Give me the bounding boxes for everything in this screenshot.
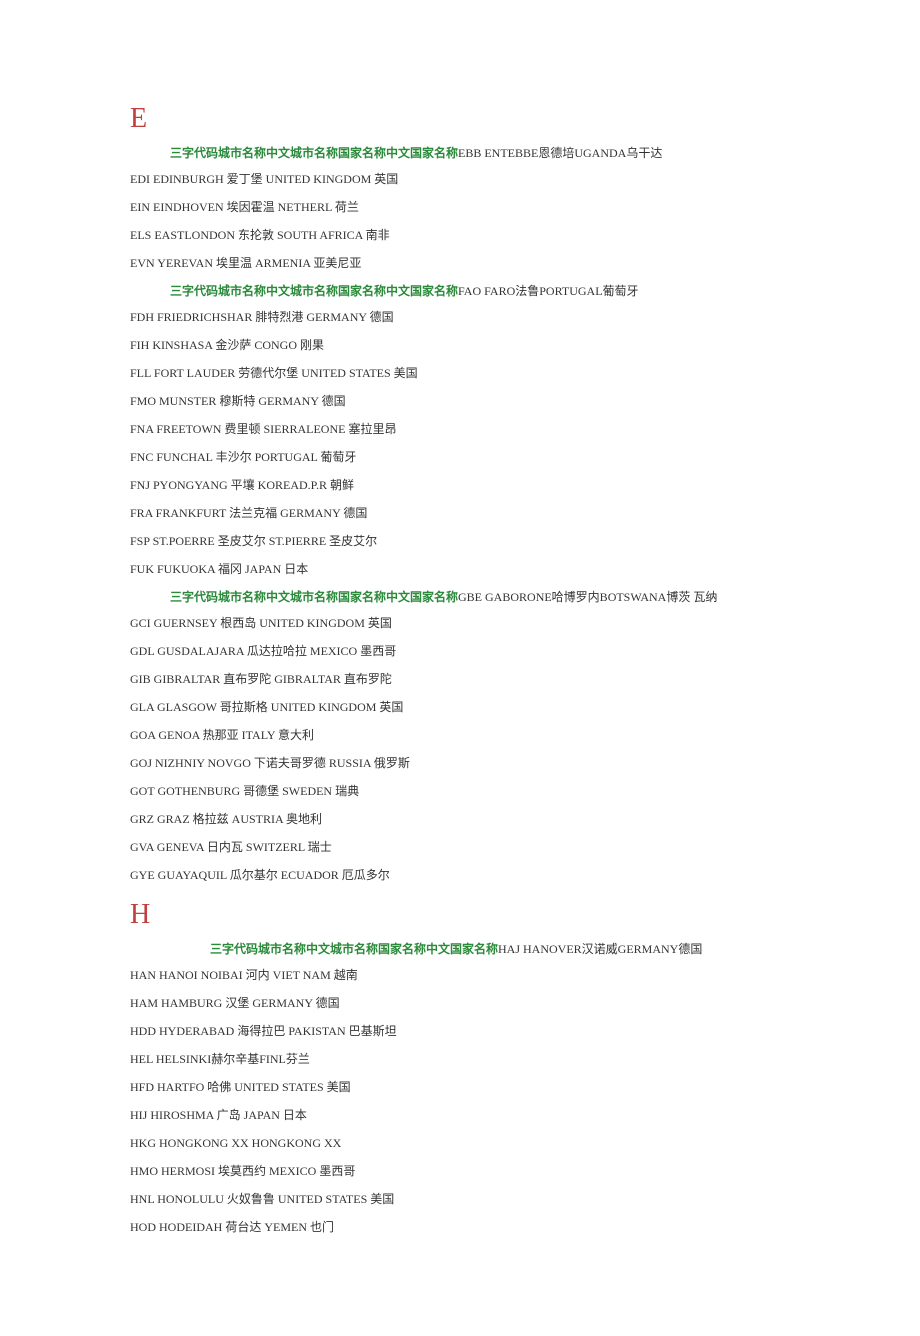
header-green-text: 三字代码城市名称中文城市名称国家名称中文国家名称 [170, 590, 458, 604]
section-header: 三字代码城市名称中文城市名称国家名称中文国家名称FAO FARO法鲁PORTUG… [170, 282, 790, 300]
entry-row: HKG HONGKONG XX HONGKONG XX [130, 1134, 790, 1152]
entry-row: HAM HAMBURG 汉堡 GERMANY 德国 [130, 994, 790, 1012]
entry-row: GCI GUERNSEY 根西岛 UNITED KINGDOM 英国 [130, 614, 790, 632]
entry-row: GOT GOTHENBURG 哥德堡 SWEDEN 瑞典 [130, 782, 790, 800]
header-green-text: 三字代码城市名称中文城市名称国家名称中文国家名称 [170, 284, 458, 298]
section-letter: H [130, 894, 790, 936]
entry-row: GRZ GRAZ 格拉兹 AUSTRIA 奥地利 [130, 810, 790, 828]
entry-row: FNJ PYONGYANG 平壤 KOREAD.P.R 朝鲜 [130, 476, 790, 494]
entry-row: EVN YEREVAN 埃里温 ARMENIA 亚美尼亚 [130, 254, 790, 272]
entry-row: GVA GENEVA 日内瓦 SWITZERL 瑞士 [130, 838, 790, 856]
entry-row: HEL HELSINKI赫尔辛基FINL芬兰 [130, 1050, 790, 1068]
entry-row: FMO MUNSTER 穆斯特 GERMANY 德国 [130, 392, 790, 410]
entry-row: FLL FORT LAUDER 劳德代尔堡 UNITED STATES 美国 [130, 364, 790, 382]
entry-row: GOA GENOA 热那亚 ITALY 意大利 [130, 726, 790, 744]
section-letter: E [130, 98, 790, 140]
entry-row: HIJ HIROSHMA 广岛 JAPAN 日本 [130, 1106, 790, 1124]
header-green-text: 三字代码城市名称中文城市名称国家名称中文国家名称 [210, 942, 498, 956]
header-tail-text: EBB ENTEBBE恩德培UGANDA乌干达 [458, 146, 662, 160]
entry-row: HDD HYDERABAD 海得拉巴 PAKISTAN 巴基斯坦 [130, 1022, 790, 1040]
entry-row: FNA FREETOWN 费里顿 SIERRALEONE 塞拉里昂 [130, 420, 790, 438]
entry-row: EIN EINDHOVEN 埃因霍温 NETHERL 荷兰 [130, 198, 790, 216]
entry-row: GIB GIBRALTAR 直布罗陀 GIBRALTAR 直布罗陀 [130, 670, 790, 688]
entry-row: FSP ST.POERRE 圣皮艾尔 ST.PIERRE 圣皮艾尔 [130, 532, 790, 550]
entry-row: HMO HERMOSI 埃莫西约 MEXICO 墨西哥 [130, 1162, 790, 1180]
entry-row: FUK FUKUOKA 福冈 JAPAN 日本 [130, 560, 790, 578]
entry-row: GOJ NIZHNIY NOVGO 下诺夫哥罗德 RUSSIA 俄罗斯 [130, 754, 790, 772]
entry-row: FRA FRANKFURT 法兰克福 GERMANY 德国 [130, 504, 790, 522]
entry-row: ELS EASTLONDON 东抡敦 SOUTH AFRICA 南非 [130, 226, 790, 244]
section-block: 三字代码城市名称中文城市名称国家名称中文国家名称GBE GABORONE哈博罗内… [130, 588, 790, 884]
entry-row: FIH KINSHASA 金沙萨 CONGO 刚果 [130, 336, 790, 354]
entry-row: HNL HONOLULU 火奴鲁鲁 UNITED STATES 美国 [130, 1190, 790, 1208]
section-header: 三字代码城市名称中文城市名称国家名称中文国家名称EBB ENTEBBE恩德培UG… [170, 144, 790, 162]
section-header: 三字代码城市名称中文城市名称国家名称中文国家名称GBE GABORONE哈博罗内… [170, 588, 790, 606]
entry-row: HAN HANOI NOIBAI 河内 VIET NAM 越南 [130, 966, 790, 984]
entry-row: HOD HODEIDAH 荷台达 YEMEN 也门 [130, 1218, 790, 1236]
header-tail-text: GBE GABORONE哈博罗内BOTSWANA博茨 瓦纳 [458, 590, 717, 604]
section-block: H 三字代码城市名称中文城市名称国家名称中文国家名称HAJ HANOVER汉诺威G… [130, 894, 790, 1236]
header-tail-text: HAJ HANOVER汉诺威GERMANY德国 [498, 942, 702, 956]
header-green-text: 三字代码城市名称中文城市名称国家名称中文国家名称 [170, 146, 458, 160]
entry-row: FNC FUNCHAL 丰沙尔 PORTUGAL 葡萄牙 [130, 448, 790, 466]
section-block: E 三字代码城市名称中文城市名称国家名称中文国家名称EBB ENTEBBE恩德培U… [130, 98, 790, 272]
entry-row: FDH FRIEDRICHSHAR 腓特烈港 GERMANY 德国 [130, 308, 790, 326]
header-tail-text: FAO FARO法鲁PORTUGAL葡萄牙 [458, 284, 639, 298]
entry-row: EDI EDINBURGH 爱丁堡 UNITED KINGDOM 英国 [130, 170, 790, 188]
entry-row: GYE GUAYAQUIL 瓜尔基尔 ECUADOR 厄瓜多尔 [130, 866, 790, 884]
entry-row: GLA GLASGOW 哥拉斯格 UNITED KINGDOM 英国 [130, 698, 790, 716]
entry-row: GDL GUSDALAJARA 瓜达拉哈拉 MEXICO 墨西哥 [130, 642, 790, 660]
entry-row: HFD HARTFO 哈佛 UNITED STATES 美国 [130, 1078, 790, 1096]
section-block: 三字代码城市名称中文城市名称国家名称中文国家名称FAO FARO法鲁PORTUG… [130, 282, 790, 578]
section-header: 三字代码城市名称中文城市名称国家名称中文国家名称HAJ HANOVER汉诺威GE… [210, 940, 790, 958]
